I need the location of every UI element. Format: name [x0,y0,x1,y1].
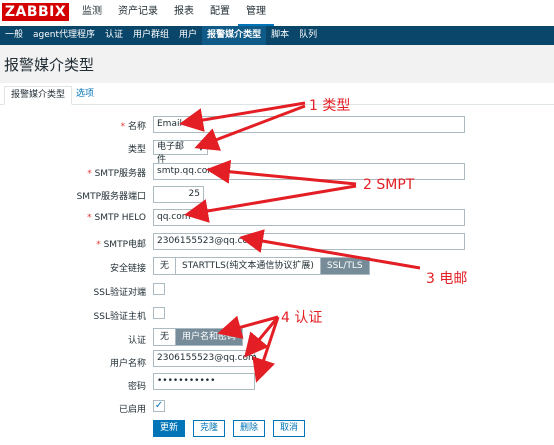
annotation-email: 3 电邮 [426,271,468,287]
arrow-to-auth [217,315,279,339]
arrow-to-password [252,316,280,383]
arrow-to-smtp-helo [184,184,357,223]
arrow-to-smtp-email [239,229,421,270]
annotation-arrows [179,101,421,383]
annotation-auth: 4 认证 [281,310,323,326]
arrow-to-smtp-server [206,159,357,186]
annotation-type: 1 类型 [309,98,351,114]
annotation-smtp: 2 SMPT [363,177,415,193]
